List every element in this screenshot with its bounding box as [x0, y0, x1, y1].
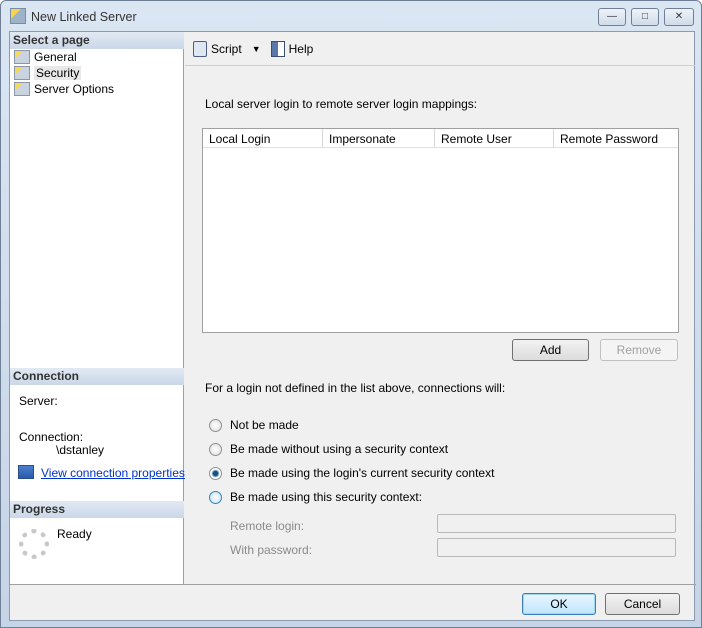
radio-without-security-context[interactable]: Be made without using a security context: [209, 442, 448, 456]
sidebar-item-security[interactable]: Security: [14, 65, 82, 81]
column-header-local-login[interactable]: Local Login: [203, 129, 323, 148]
sidebar-item-label: Server Options: [34, 82, 115, 96]
cancel-button[interactable]: Cancel: [605, 593, 680, 615]
view-connection-properties-link[interactable]: View connection properties: [41, 466, 185, 480]
password-label: With password:: [230, 543, 313, 557]
radio-label: Be made using this security context:: [230, 490, 423, 504]
radio-circle[interactable]: [209, 418, 222, 432]
chevron-down-icon[interactable]: ▼: [252, 44, 261, 54]
progress-spinner-icon: [19, 529, 49, 559]
fallback-label: For a login not defined in the list abov…: [205, 381, 506, 395]
ok-button[interactable]: OK: [522, 593, 596, 615]
radio-label: Be made using the login's current securi…: [230, 466, 495, 480]
radio-label: Not be made: [230, 418, 299, 432]
connection-properties-icon: [18, 465, 34, 479]
connection-value: \dstanley: [56, 443, 105, 457]
sidebar-item-label: Security: [34, 66, 82, 80]
remove-button[interactable]: Remove: [600, 339, 678, 361]
radio-current-security-context[interactable]: Be made using the login's current securi…: [209, 466, 494, 480]
maximize-button[interactable]: □: [631, 8, 659, 26]
add-button[interactable]: Add: [512, 339, 589, 361]
progress-header: Progress: [10, 501, 184, 518]
mappings-label: Local server login to remote server logi…: [205, 97, 478, 111]
dialog-window: New Linked Server — □ ✕ Select a page Ge…: [0, 0, 702, 628]
help-button[interactable]: Help: [270, 40, 314, 57]
radio-this-security-context[interactable]: Be made using this security context:: [209, 490, 422, 504]
select-page-header: Select a page: [10, 32, 184, 49]
server-label: Server:: [19, 394, 58, 408]
footer-divider: [10, 584, 696, 585]
sidebar-item-server-options[interactable]: Server Options: [14, 81, 114, 97]
remote-login-input[interactable]: [437, 514, 676, 533]
column-header-remote-password[interactable]: Remote Password: [554, 129, 678, 148]
script-label: Script: [211, 41, 242, 56]
sidebar-item-label: General: [34, 50, 77, 64]
column-header-remote-user[interactable]: Remote User: [435, 129, 554, 148]
script-button[interactable]: Script ▼: [193, 40, 261, 57]
left-panel: Select a page General Security Server Op…: [10, 32, 185, 584]
column-header-impersonate[interactable]: Impersonate: [323, 129, 435, 148]
security-page: Script ▼ Help Local server login to remot…: [185, 32, 695, 584]
page-icon: [14, 66, 30, 80]
progress-status: Ready: [57, 527, 92, 541]
connection-header: Connection: [10, 368, 184, 385]
dialog-client: Select a page General Security Server Op…: [9, 31, 696, 621]
radio-not-be-made[interactable]: Not be made: [209, 418, 299, 432]
connection-label: Connection:: [19, 430, 84, 444]
toolbar: Script ▼ Help: [185, 32, 695, 66]
help-label: Help: [288, 41, 314, 56]
minimize-button[interactable]: —: [598, 8, 626, 26]
script-icon: [193, 40, 207, 57]
sidebar-item-general[interactable]: General: [14, 49, 77, 65]
radio-label: Be made without using a security context: [230, 442, 449, 456]
page-icon: [14, 50, 30, 64]
password-input[interactable]: [437, 538, 676, 557]
radio-circle[interactable]: [209, 490, 222, 504]
radio-circle-selected[interactable]: [209, 466, 222, 480]
window-title: New Linked Server: [31, 10, 137, 24]
help-icon: [270, 40, 285, 57]
linked-server-icon: [10, 8, 26, 24]
radio-circle[interactable]: [209, 442, 222, 456]
login-mappings-table[interactable]: Local Login Impersonate Remote User Remo…: [202, 128, 679, 333]
page-icon: [14, 82, 30, 96]
close-button[interactable]: ✕: [664, 8, 694, 26]
remote-login-label: Remote login:: [230, 519, 305, 533]
